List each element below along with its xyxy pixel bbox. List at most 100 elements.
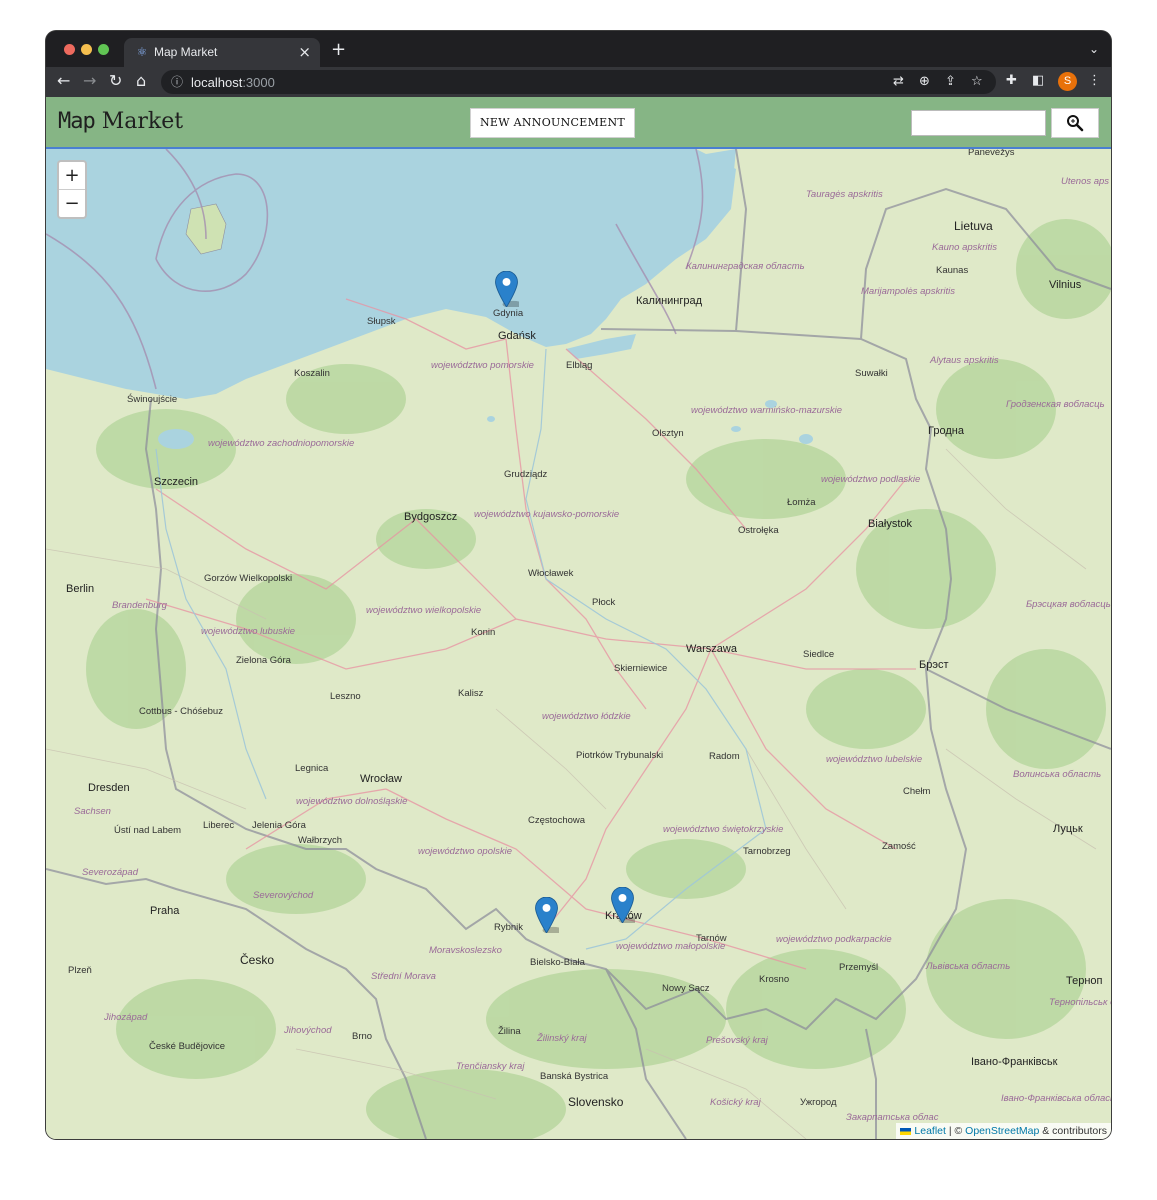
logo-word-market: Market <box>101 109 184 134</box>
label-gdansk: Gdańsk <box>498 330 536 342</box>
label-kujawsko: województwo kujawsko-pomorskie <box>474 509 619 520</box>
label-opolskie: województwo opolskie <box>418 846 512 857</box>
label-ternopil: Терноп <box>1066 975 1103 987</box>
more-menu-icon[interactable]: ⋮ <box>1088 73 1101 88</box>
label-vilnius: Vilnius <box>1049 279 1082 291</box>
map-view[interactable]: Panevėžys Tauragės apskritis Utenos aps … <box>46 149 1111 1139</box>
reload-icon[interactable]: ↻ <box>109 71 122 91</box>
label-panevezys: Panevėžys <box>968 149 1015 158</box>
label-wloclawek: Włocławek <box>528 568 574 579</box>
url-host: localhost <box>191 75 243 90</box>
search-icon <box>1067 115 1084 132</box>
label-zilina: Žilina <box>498 1026 521 1037</box>
label-frankivsk: Івано-Франківськ <box>971 1056 1058 1068</box>
label-pomorskie: województwo pomorskie <box>431 360 534 371</box>
label-kalisz: Kalisz <box>458 688 484 699</box>
zoom-in-button[interactable]: + <box>59 162 85 190</box>
url-text[interactable]: localhost:3000 <box>191 75 275 90</box>
close-tab-icon[interactable]: × <box>298 43 311 61</box>
label-chelm: Chełm <box>903 786 931 797</box>
label-bydgoszcz: Bydgoszcz <box>404 511 458 523</box>
profile-avatar[interactable]: S <box>1058 72 1077 91</box>
label-legnica: Legnica <box>295 763 329 774</box>
map-attribution: Leaflet | © OpenStreetMap & contributors <box>896 1123 1111 1139</box>
share-icon[interactable]: ⇪ <box>945 74 956 89</box>
label-lubuskie: województwo lubuskie <box>201 626 295 637</box>
close-window-button[interactable] <box>64 44 75 55</box>
info-icon[interactable]: ⓘ <box>171 73 183 90</box>
openstreetmap-link[interactable]: OpenStreetMap <box>965 1125 1039 1137</box>
attribution-contributors: & contributors <box>1039 1125 1107 1137</box>
label-taurages: Tauragės apskritis <box>806 189 883 200</box>
tab-title: Map Market <box>154 45 218 59</box>
label-sachsen: Sachsen <box>74 806 111 817</box>
map-marker-katowice[interactable] <box>534 897 559 933</box>
label-usti: Ústí nad Labem <box>114 825 182 836</box>
attribution-separator: | © <box>945 1125 966 1137</box>
translate-icon[interactable]: ⇄ <box>893 74 904 89</box>
logo-word-map: Map <box>58 109 96 134</box>
label-brandenburg: Brandenburg <box>112 600 167 611</box>
label-przemysl: Przemyśl <box>839 962 879 973</box>
label-brno: Brno <box>352 1031 373 1042</box>
label-skierniewice: Skierniewice <box>614 663 668 674</box>
label-frankivsk-obl: Івано-Франківська область <box>1001 1093 1111 1104</box>
zoom-out-button[interactable]: − <box>59 190 85 217</box>
chevron-down-icon[interactable]: ⌄ <box>1089 42 1099 56</box>
label-grodno: Гродна <box>928 425 964 437</box>
label-trenciansky: Trenčiansky kraj <box>456 1061 525 1072</box>
app-header: Map Market NEW ANNOUNCEMENT <box>46 97 1111 149</box>
label-zakarpatska: Закарпатська облас <box>846 1112 939 1123</box>
side-panel-icon[interactable]: ◧ <box>1032 73 1044 88</box>
label-utenos: Utenos aps <box>1061 176 1110 187</box>
label-radom: Radom <box>709 751 740 762</box>
bookmark-star-icon[interactable]: ☆ <box>971 74 983 89</box>
label-stredni: Střední Morava <box>371 971 436 982</box>
zoom-control: + − <box>57 160 87 219</box>
label-slovensko: Slovensko <box>568 1095 624 1109</box>
label-marijampoles: Marijampolės apskritis <box>861 286 955 297</box>
browser-tab[interactable]: ⚛ Map Market × <box>124 38 320 67</box>
label-bielsko: Bielsko-Biała <box>530 957 585 968</box>
new-announcement-button[interactable]: NEW ANNOUNCEMENT <box>470 108 635 138</box>
label-gdynia: Gdynia <box>493 308 524 319</box>
maximize-window-button[interactable] <box>98 44 109 55</box>
label-leszno: Leszno <box>330 691 361 702</box>
label-konin: Konin <box>471 627 496 638</box>
label-lomza: Łomża <box>787 497 816 508</box>
tab-strip: ⚛ Map Market × + ⌄ <box>46 31 1111 67</box>
label-kaunas: Kaunas <box>936 265 969 276</box>
label-banska: Banská Bystrica <box>540 1071 609 1082</box>
label-piotrkow: Piotrków Trybunalski <box>576 750 664 761</box>
address-bar[interactable]: ⓘ localhost:3000 ⇄ ⊕ ⇪ ☆ <box>161 70 996 94</box>
extensions-icon[interactable]: ✚ <box>1006 73 1017 88</box>
label-brest-obl: Брэсцкая вобласць <box>1026 599 1111 610</box>
back-icon[interactable]: ← <box>57 71 70 91</box>
label-liberec: Liberec <box>203 820 235 831</box>
label-czestochowa: Częstochowa <box>528 815 586 826</box>
map-marker-krakow[interactable] <box>610 887 635 923</box>
label-volyn: Волинська область <box>1013 769 1102 780</box>
label-plzen: Plzeň <box>68 965 92 976</box>
label-warszawa: Warszawa <box>686 643 737 655</box>
label-podkarpackie: województwo podkarpackie <box>776 934 892 945</box>
label-tarnobrzeg: Tarnobrzeg <box>743 846 791 857</box>
label-wroclaw: Wrocław <box>360 773 402 785</box>
leaflet-link[interactable]: Leaflet <box>914 1125 946 1137</box>
label-gorzow: Gorzów Wielkopolski <box>204 573 293 584</box>
label-kauno-aps: Kauno apskritis <box>932 242 997 253</box>
label-plock: Płock <box>592 597 616 608</box>
search-button[interactable] <box>1051 108 1099 138</box>
minimize-window-button[interactable] <box>81 44 92 55</box>
app-logo[interactable]: Map Market <box>58 109 183 134</box>
label-malopolskie: województwo małopolskie <box>616 941 726 952</box>
map-marker-gdynia[interactable] <box>494 271 519 307</box>
forward-icon[interactable]: → <box>83 71 96 91</box>
search-input[interactable] <box>911 110 1046 136</box>
label-zielona: Zielona Góra <box>236 655 291 666</box>
new-tab-icon[interactable]: + <box>331 39 346 60</box>
map-tiles <box>46 149 1111 1139</box>
label-berlin: Berlin <box>66 583 95 595</box>
zoom-icon[interactable]: ⊕ <box>919 74 930 89</box>
home-icon[interactable]: ⌂ <box>136 71 146 91</box>
